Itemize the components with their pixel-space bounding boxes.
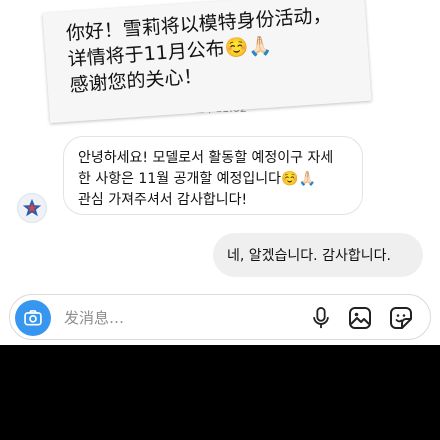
message-input[interactable]	[64, 305, 264, 331]
microphone-button[interactable]	[307, 304, 335, 332]
sticker-icon	[390, 307, 412, 329]
avatar[interactable]	[17, 193, 47, 223]
gallery-button[interactable]	[346, 304, 374, 332]
outgoing-message-text: 네, 알겠습니다. 감사합니다.	[227, 248, 391, 264]
incoming-message-line: 안녕하세요! 모델로서 활동할 예정이구 자세	[78, 150, 334, 166]
message-composer	[9, 294, 431, 340]
avatar-star-icon	[22, 198, 42, 217]
incoming-message-bubble[interactable]: 안녕하세요! 모델로서 활동할 예정이구 자세 한 사항은 11월 공개할 예정…	[63, 136, 363, 215]
camera-icon	[24, 310, 42, 326]
incoming-message-line: 관심 가져주셔서 감사합니다!	[78, 192, 248, 208]
outgoing-message-bubble[interactable]: 네, 알겠습니다. 감사합니다.	[213, 233, 423, 277]
camera-button[interactable]	[15, 300, 51, 336]
gallery-icon	[349, 307, 371, 329]
incoming-message-line: 한 사항은 11월 공개할 예정입니다☺️🙏🏻	[78, 171, 316, 187]
sticker-button[interactable]	[387, 304, 415, 332]
microphone-icon	[313, 307, 329, 329]
translation-note-text: 你好！雪莉将以模特身份活动， 详情将于11月公布☺️🙏🏻 感谢您的关心！	[65, 0, 370, 99]
